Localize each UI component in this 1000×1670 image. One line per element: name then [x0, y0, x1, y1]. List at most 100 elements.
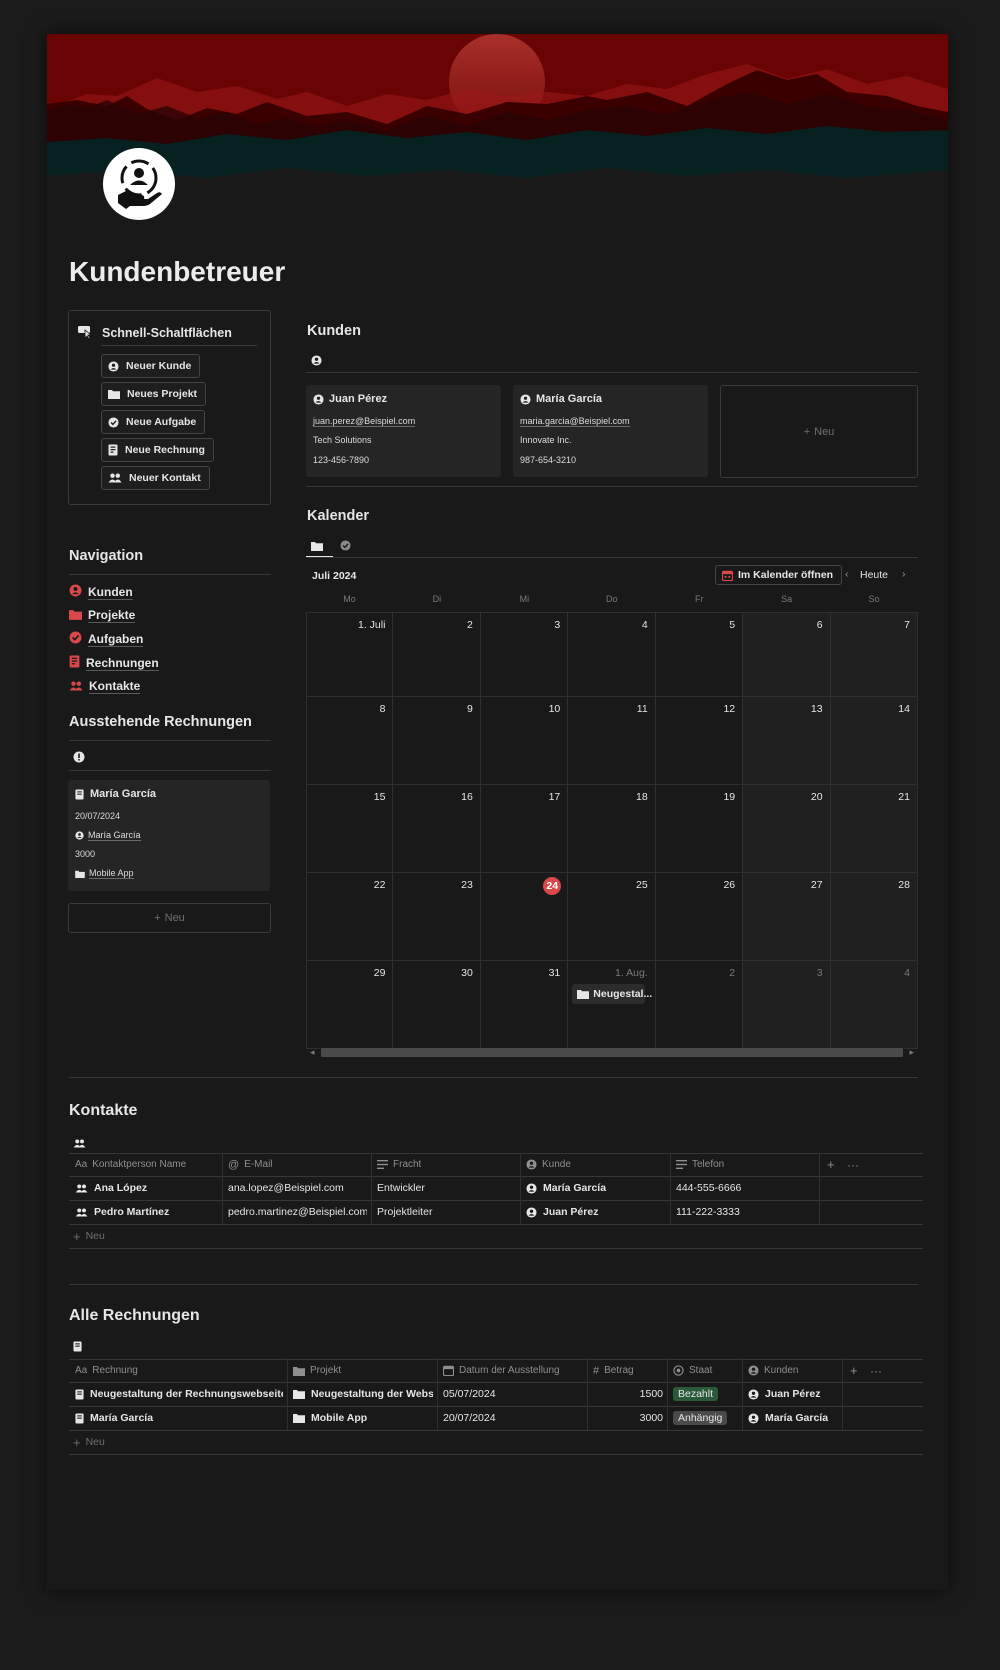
contact-client[interactable]: Juan Pérez: [526, 1200, 666, 1224]
calendar-scrollbar[interactable]: ◂ ▸: [306, 1046, 918, 1060]
calendar-day-cell[interactable]: 4: [830, 961, 918, 1049]
invoice-client[interactable]: María García: [748, 1406, 838, 1430]
calendar-day-cell[interactable]: 11: [568, 697, 656, 785]
invoice-project[interactable]: Mobile App: [293, 1406, 433, 1430]
pending-new-button[interactable]: + Neu: [68, 903, 271, 933]
calendar-day-cell[interactable]: 21: [830, 785, 918, 873]
add-column-icon[interactable]: +: [827, 1153, 835, 1176]
chevron-right-icon[interactable]: ›: [902, 568, 906, 580]
calendar-event-card[interactable]: Neugestal...: [572, 984, 652, 1004]
calendar-day-cell[interactable]: 4: [568, 612, 656, 697]
contact-email[interactable]: ana.lopez@Beispiel.com: [228, 1176, 367, 1200]
column-header[interactable]: Projekt: [293, 1359, 433, 1382]
calendar-day-cell[interactable]: 14: [830, 697, 918, 785]
calendar-day-cell[interactable]: 30: [393, 961, 481, 1049]
new-client-button[interactable]: Neuer Kunde: [101, 354, 201, 378]
column-header[interactable]: Telefon: [676, 1153, 815, 1176]
contact-name[interactable]: Ana López: [75, 1176, 218, 1200]
column-header[interactable]: @ E-Mail: [228, 1153, 367, 1176]
calendar-day-cell[interactable]: 2: [393, 612, 481, 697]
open-in-calendar-button[interactable]: Im Kalender öffnen: [715, 565, 843, 585]
client-email[interactable]: juan.perez@Beispiel.com: [313, 416, 416, 427]
nav-item-kunden[interactable]: Kunden: [69, 584, 133, 600]
column-header[interactable]: Datum der Ausstellung: [443, 1359, 583, 1382]
calendar-day-cell[interactable]: 26: [655, 873, 744, 961]
nav-item-kontakte[interactable]: Kontakte: [69, 679, 141, 694]
client-card[interactable]: Juan Pérez juan.perez@Beispiel.com Tech …: [306, 385, 501, 477]
calendar-day-cell[interactable]: 13: [743, 697, 831, 785]
nav-item-rechnungen[interactable]: Rechnungen: [69, 655, 159, 671]
calendar-day-cell[interactable]: 22: [306, 873, 394, 961]
nav-item-projekte[interactable]: Projekte: [69, 608, 136, 623]
invoice-client[interactable]: Juan Pérez: [748, 1382, 838, 1406]
calendar-day-cell[interactable]: 27: [743, 873, 831, 961]
more-icon[interactable]: ···: [847, 1153, 859, 1176]
column-header[interactable]: Kunde: [526, 1153, 666, 1176]
calendar-day-cell[interactable]: 24: [480, 873, 569, 961]
calendar-day-cell[interactable]: 5: [655, 612, 744, 697]
page-icon[interactable]: [103, 148, 175, 220]
calendar-day-cell[interactable]: 31: [480, 961, 569, 1049]
status-badge[interactable]: Bezahlt: [673, 1382, 738, 1406]
calendar-day-cell[interactable]: 3: [480, 612, 569, 697]
column-header[interactable]: # Betrag: [593, 1359, 663, 1382]
column-header[interactable]: Aa Kontaktperson Name: [75, 1153, 218, 1176]
calendar-day-cell[interactable]: 12: [655, 697, 744, 785]
new-invoice-button[interactable]: Neue Rechnung: [101, 438, 214, 462]
calendar-day-cell[interactable]: 2: [655, 961, 744, 1049]
invoice-name[interactable]: Neugestaltung der Rechnungswebseite: [75, 1382, 283, 1406]
client-card[interactable]: María García maria.garcia@Beispiel.com I…: [513, 385, 708, 477]
column-header[interactable]: Fracht: [377, 1153, 516, 1176]
calendar-day-cell[interactable]: 29: [306, 961, 394, 1049]
alert-icon[interactable]: [73, 750, 85, 768]
add-column-icon[interactable]: +: [850, 1359, 858, 1382]
calendar-day-cell[interactable]: 7: [830, 612, 918, 697]
calendar-day-cell[interactable]: 18: [568, 785, 656, 873]
column-header[interactable]: Staat: [673, 1359, 738, 1382]
calendar-day-cell[interactable]: 6: [743, 612, 831, 697]
scroll-left-icon[interactable]: ◂: [310, 1047, 315, 1058]
new-row-button[interactable]: + Neu: [73, 1434, 105, 1450]
column-header[interactable]: Kunden: [748, 1359, 838, 1382]
receipt-icon[interactable]: [73, 1339, 82, 1357]
calendar-day-cell[interactable]: 20: [743, 785, 831, 873]
nav-item-aufgaben[interactable]: Aufgaben: [69, 631, 144, 647]
column-header[interactable]: Aa Rechnung: [75, 1359, 283, 1382]
folder-icon[interactable]: [311, 538, 323, 556]
contact-client[interactable]: María García: [526, 1176, 666, 1200]
calendar-day-cell[interactable]: 17: [480, 785, 569, 873]
calendar-day-cell[interactable]: 25: [568, 873, 656, 961]
more-icon[interactable]: ···: [870, 1359, 882, 1382]
new-contact-button[interactable]: Neuer Kontakt: [101, 466, 210, 490]
calendar-day-cell[interactable]: 1. Aug. Neugestal...: [568, 961, 656, 1049]
today-button[interactable]: Heute: [860, 569, 888, 581]
chevron-left-icon[interactable]: ‹: [845, 568, 849, 580]
user-circle-icon[interactable]: [311, 353, 322, 371]
kunden-new-card[interactable]: + Neu: [720, 385, 918, 478]
invoice-name[interactable]: María García: [75, 1406, 283, 1430]
status-badge[interactable]: Anhängig: [673, 1406, 738, 1430]
calendar-day-cell[interactable]: 10: [480, 697, 569, 785]
calendar-day-cell[interactable]: 23: [393, 873, 481, 961]
calendar-day-cell[interactable]: 19: [655, 785, 744, 873]
new-project-button[interactable]: Neues Projekt: [101, 382, 207, 406]
people-icon[interactable]: [73, 1135, 86, 1153]
contact-email[interactable]: pedro.martinez@Beispiel.com: [228, 1200, 367, 1224]
calendar-day-cell[interactable]: 8: [306, 697, 394, 785]
calendar-day-cell[interactable]: 1. Juli: [306, 612, 394, 697]
calendar-day-cell[interactable]: 16: [393, 785, 481, 873]
new-row-button[interactable]: + Neu: [73, 1228, 105, 1244]
check-circle-icon[interactable]: [340, 538, 351, 556]
pending-invoice-card[interactable]: María García 20/07/2024 María García 300…: [68, 780, 270, 891]
calendar-day-cell[interactable]: 28: [830, 873, 918, 961]
new-task-button[interactable]: Neue Aufgabe: [101, 410, 206, 434]
scrollbar-thumb[interactable]: [321, 1048, 903, 1057]
cover-image[interactable]: [47, 34, 948, 182]
calendar-day-cell[interactable]: 9: [393, 697, 481, 785]
calendar-day-cell[interactable]: 3: [743, 961, 831, 1049]
contact-name[interactable]: Pedro Martínez: [75, 1200, 218, 1224]
invoice-project[interactable]: Neugestaltung der Websit: [293, 1382, 433, 1406]
calendar-day-cell[interactable]: 15: [306, 785, 394, 873]
scroll-right-icon[interactable]: ▸: [909, 1047, 914, 1058]
client-email[interactable]: maria.garcia@Beispiel.com: [520, 416, 630, 427]
